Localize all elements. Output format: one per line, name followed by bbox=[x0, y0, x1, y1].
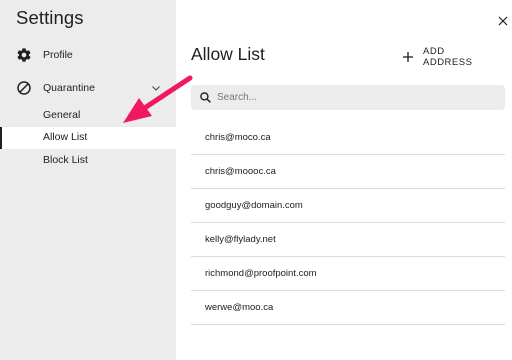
sidebar-subitem-label: General bbox=[43, 109, 81, 121]
list-item[interactable]: chris@moooc.ca bbox=[191, 155, 505, 189]
gear-icon bbox=[17, 48, 31, 62]
sidebar-item-label: Quarantine bbox=[43, 82, 95, 94]
search-box bbox=[191, 85, 505, 110]
add-address-button[interactable]: ADD ADDRESS bbox=[400, 46, 496, 68]
sidebar-subitem-label: Block List bbox=[43, 154, 88, 166]
chevron-down-icon[interactable] bbox=[150, 82, 162, 94]
list-item[interactable]: chris@moco.ca bbox=[191, 121, 505, 155]
list-item[interactable]: goodguy@domain.com bbox=[191, 189, 505, 223]
list-item-email: werwe@moo.ca bbox=[205, 302, 274, 313]
list-item[interactable]: werwe@moo.ca bbox=[191, 291, 505, 325]
sidebar-item-quarantine[interactable]: Quarantine bbox=[0, 77, 176, 99]
sidebar-title: Settings bbox=[16, 7, 84, 28]
list-item[interactable]: richmond@proofpoint.com bbox=[191, 257, 505, 291]
list-item-email: richmond@proofpoint.com bbox=[205, 268, 317, 279]
list-item-email: goodguy@domain.com bbox=[205, 200, 303, 211]
list-item-email: kelly@flylady.net bbox=[205, 234, 276, 245]
sidebar-item-profile[interactable]: Profile bbox=[0, 44, 176, 66]
sidebar-subitem-block-list[interactable]: Block List bbox=[0, 150, 176, 172]
block-icon bbox=[17, 81, 31, 95]
list-item-email: chris@moooc.ca bbox=[205, 166, 276, 177]
close-icon[interactable] bbox=[497, 15, 509, 27]
page-title: Allow List bbox=[191, 44, 265, 64]
settings-sidebar: Settings Profile Quarantine General Allo… bbox=[0, 0, 176, 360]
plus-icon bbox=[403, 52, 413, 62]
list-item[interactable]: kelly@flylady.net bbox=[191, 223, 505, 257]
sidebar-subitem-general[interactable]: General bbox=[0, 105, 176, 127]
allow-list: chris@moco.ca chris@moooc.ca goodguy@dom… bbox=[191, 121, 505, 325]
search-icon bbox=[200, 92, 211, 103]
search-input[interactable] bbox=[217, 85, 497, 110]
sidebar-subitem-allow-list[interactable]: Allow List bbox=[0, 127, 176, 149]
sidebar-item-label: Profile bbox=[43, 49, 73, 61]
list-item-email: chris@moco.ca bbox=[205, 132, 271, 143]
sidebar-subitem-label: Allow List bbox=[43, 131, 88, 143]
add-address-label: ADD ADDRESS bbox=[423, 46, 473, 68]
